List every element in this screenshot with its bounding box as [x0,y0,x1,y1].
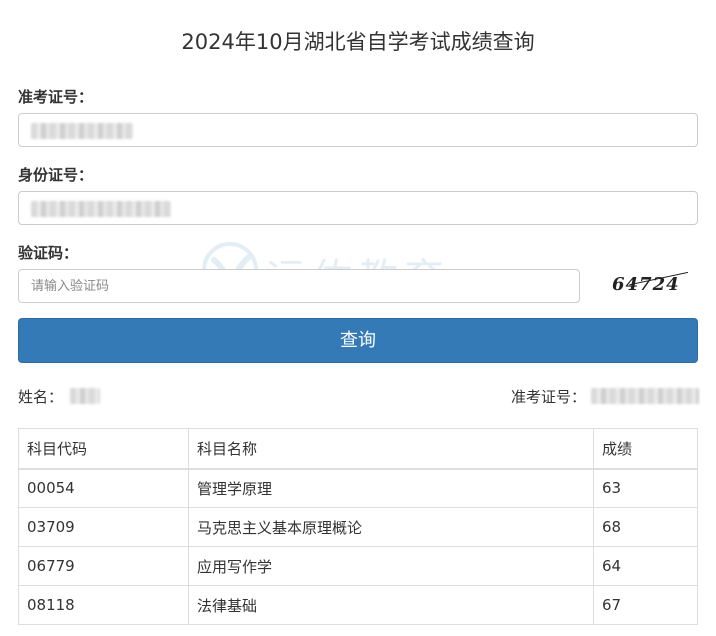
column-header-code: 科目代码 [18,428,189,470]
subject-name: 应用写作学 [188,546,594,586]
captcha-label: 验证码： [18,244,79,262]
table-row: 03709 马克思主义基本原理概论 68 [18,507,698,547]
student-name-info: 姓名： [18,386,100,407]
subject-name: 马克思主义基本原理概论 [188,507,594,547]
exam-no-label: 准考证号： [18,88,94,106]
redacted-exam-no [31,123,133,139]
subject-code: 00054 [18,468,189,508]
redacted-name [70,388,100,404]
score-table: 科目代码 科目名称 成绩 00054 管理学原理 63 03709 马克思主义基… [18,428,698,625]
page-title: 2024年10月湖北省自学考试成绩查询 [181,30,535,54]
subject-score: 64 [593,546,698,586]
column-header-score: 成绩 [593,428,698,470]
subject-code: 03709 [18,507,189,547]
captcha-image[interactable]: 64724 [612,271,698,299]
column-header-name: 科目名称 [188,428,594,470]
table-row: 08118 法律基础 67 [18,585,698,625]
search-button[interactable]: 查询 [18,318,698,363]
id-no-label: 身份证号： [18,166,94,184]
redacted-result-exam-no [591,388,699,404]
exam-no-field[interactable] [18,113,698,147]
table-header-row: 科目代码 科目名称 成绩 [18,428,698,470]
subject-name: 管理学原理 [188,468,594,508]
captcha-field[interactable] [18,269,580,303]
subject-score: 68 [593,507,698,547]
subject-code: 06779 [18,546,189,586]
redacted-id-no [31,201,171,217]
table-row: 00054 管理学原理 63 [18,468,698,508]
subject-code: 08118 [18,585,189,625]
id-no-field[interactable] [18,191,698,225]
subject-score: 67 [593,585,698,625]
subject-name: 法律基础 [188,585,594,625]
result-exam-no-label: 准考证号： [511,388,587,406]
result-exam-no-info: 准考证号： [511,386,699,407]
subject-score: 63 [593,468,698,508]
table-row: 06779 应用写作学 64 [18,546,698,586]
captcha-input[interactable] [19,270,579,302]
name-label: 姓名： [18,388,64,406]
